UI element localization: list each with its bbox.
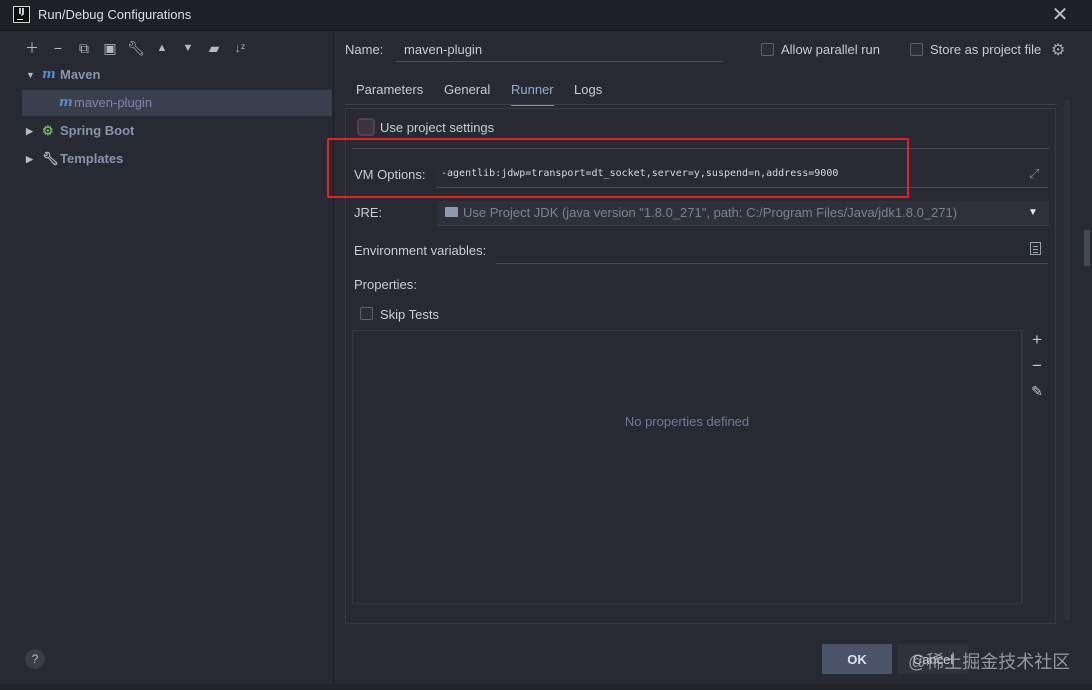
wrench-icon[interactable]: 🔧︎ xyxy=(126,38,146,58)
chevron-down-icon[interactable]: ▼ xyxy=(1028,207,1038,218)
document-icon[interactable] xyxy=(1030,242,1041,255)
skip-tests-label[interactable]: Skip Tests xyxy=(380,307,439,322)
expand-icon[interactable]: ⤢ xyxy=(1029,166,1039,182)
highlight-annotation-box xyxy=(327,138,909,198)
close-icon[interactable]: ✕ xyxy=(1048,3,1072,27)
chevron-right-icon[interactable]: ▶ xyxy=(26,118,33,144)
tree-item-label: Maven xyxy=(60,67,101,82)
tree-item-maven[interactable]: ▼ m Maven xyxy=(22,62,332,88)
name-input[interactable] xyxy=(396,38,723,62)
allow-parallel-run-label[interactable]: Allow parallel run xyxy=(781,42,880,57)
folder-icon xyxy=(445,207,458,217)
bottom-edge xyxy=(0,684,1092,690)
tree-item-label: maven-plugin xyxy=(74,95,153,110)
move-up-icon[interactable]: ▲ xyxy=(152,38,172,58)
use-project-settings-label[interactable]: Use project settings xyxy=(380,120,494,135)
panel-splitter[interactable] xyxy=(333,31,334,690)
jre-label: JRE: xyxy=(354,205,383,220)
store-as-project-file-checkbox[interactable] xyxy=(910,43,923,56)
properties-toolbar-divider xyxy=(1022,330,1023,604)
sort-icon[interactable]: ↓ᶻ xyxy=(230,38,250,58)
store-as-project-file-label[interactable]: Store as project file xyxy=(930,42,1041,57)
tab-logs[interactable]: Logs xyxy=(574,80,602,104)
tab-general[interactable]: General xyxy=(444,80,490,104)
wrench-icon: 🔧︎ xyxy=(42,151,59,166)
chevron-down-icon[interactable]: ▼ xyxy=(26,62,35,88)
gear-icon[interactable]: ⚙ xyxy=(1051,40,1065,60)
chevron-right-icon[interactable]: ▶ xyxy=(26,146,33,172)
jre-value[interactable]: Use Project JDK (java version "1.8.0_271… xyxy=(463,205,957,220)
tabs-divider xyxy=(345,104,1057,105)
maven-icon: m xyxy=(42,67,56,82)
tab-parameters[interactable]: Parameters xyxy=(356,80,423,104)
remove-icon[interactable]: − xyxy=(1028,357,1046,375)
remove-icon[interactable]: − xyxy=(48,38,68,58)
help-icon[interactable]: ? xyxy=(25,649,45,669)
save-icon[interactable]: ▣ xyxy=(100,38,120,58)
edit-icon[interactable]: ✎ xyxy=(1028,382,1046,400)
properties-table[interactable] xyxy=(352,330,1022,604)
spring-boot-icon: ⚙ xyxy=(42,123,54,138)
copy-icon[interactable]: ⧉ xyxy=(74,38,94,58)
scrollbar-track[interactable] xyxy=(1064,100,1070,620)
tree-item-templates[interactable]: ▶ 🔧︎ Templates xyxy=(22,146,332,172)
use-project-settings-checkbox[interactable] xyxy=(357,118,375,136)
tree-item-label: Spring Boot xyxy=(60,123,135,138)
folder-icon[interactable]: ▰ xyxy=(204,38,224,58)
add-icon[interactable]: ＋ xyxy=(22,38,42,58)
tree-item-label: Templates xyxy=(60,151,124,166)
scrollbar-thumb[interactable] xyxy=(1084,230,1090,266)
watermark-text: @稀土掘金技术社区 xyxy=(908,652,1071,672)
name-label: Name: xyxy=(345,42,384,57)
tab-runner[interactable]: Runner xyxy=(511,80,554,106)
app-icon-label: IJ xyxy=(18,7,25,16)
environment-variables-label: Environment variables: xyxy=(354,243,487,258)
maven-icon: m xyxy=(59,95,73,110)
properties-label: Properties: xyxy=(354,277,417,292)
intellij-app-icon: IJ xyxy=(13,6,30,23)
window-title: Run/Debug Configurations xyxy=(38,7,192,22)
allow-parallel-run-checkbox[interactable] xyxy=(761,43,774,56)
ok-button[interactable]: OK xyxy=(822,644,892,674)
tree-item-maven-plugin[interactable]: m maven-plugin xyxy=(22,90,332,116)
empty-state-text: No properties defined xyxy=(624,414,750,429)
tree-item-spring-boot[interactable]: ▶ ⚙ Spring Boot xyxy=(22,118,332,144)
environment-variables-input[interactable] xyxy=(496,240,1048,264)
skip-tests-checkbox[interactable] xyxy=(360,307,373,320)
add-icon[interactable]: + xyxy=(1028,331,1046,349)
move-down-icon[interactable]: ▼ xyxy=(178,38,198,58)
